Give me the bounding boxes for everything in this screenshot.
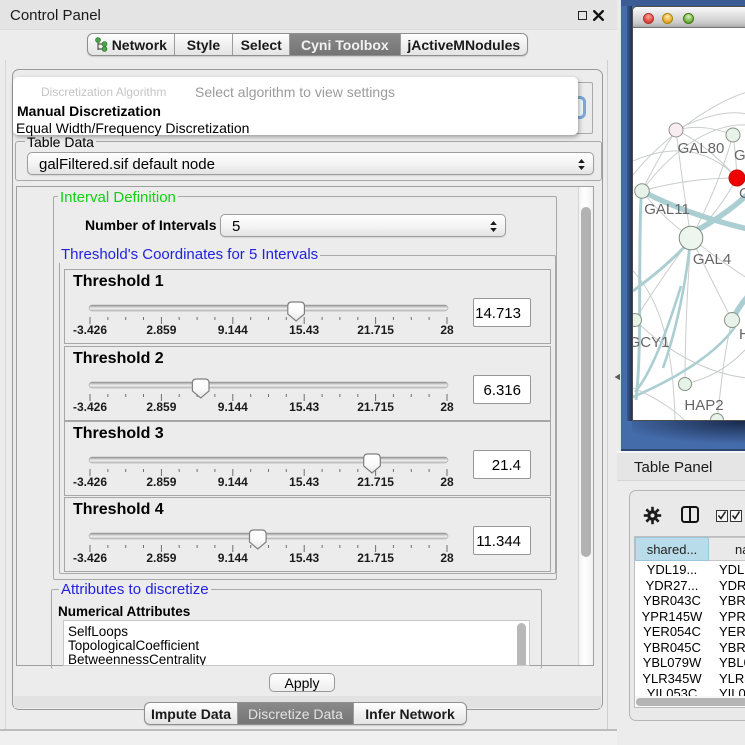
svg-text:9.144: 9.144 xyxy=(218,475,248,489)
svg-text:28: 28 xyxy=(440,323,454,337)
svg-text:GAL11: GAL11 xyxy=(644,201,690,218)
svg-text:-3.426: -3.426 xyxy=(73,323,107,337)
svg-text:21.715: 21.715 xyxy=(357,475,394,489)
svg-text:2.859: 2.859 xyxy=(146,551,176,565)
svg-text:GAL4: GAL4 xyxy=(693,251,731,268)
svg-text:GA: GA xyxy=(734,147,745,164)
svg-text:21.715: 21.715 xyxy=(357,323,394,337)
svg-text:28: 28 xyxy=(440,400,454,414)
svg-text:28: 28 xyxy=(440,475,454,489)
svg-text:2.859: 2.859 xyxy=(146,400,176,414)
svg-text:HAP2: HAP2 xyxy=(684,397,723,414)
svg-text:H: H xyxy=(739,326,745,343)
svg-text:9.144: 9.144 xyxy=(218,400,248,414)
svg-text:15.43: 15.43 xyxy=(289,323,319,337)
svg-text:-3.426: -3.426 xyxy=(73,551,107,565)
svg-text:GAL80: GAL80 xyxy=(678,140,725,157)
svg-text:-3.426: -3.426 xyxy=(73,475,107,489)
svg-text:2.859: 2.859 xyxy=(146,323,176,337)
svg-text:15.43: 15.43 xyxy=(289,475,319,489)
svg-text:C: C xyxy=(739,185,745,202)
svg-text:9.144: 9.144 xyxy=(218,323,248,337)
svg-text:-3.426: -3.426 xyxy=(73,400,107,414)
svg-text:9.144: 9.144 xyxy=(218,551,248,565)
svg-text:28: 28 xyxy=(440,551,454,565)
svg-text:21.715: 21.715 xyxy=(357,400,394,414)
svg-text:15.43: 15.43 xyxy=(289,400,319,414)
svg-text:GCY1: GCY1 xyxy=(633,334,669,351)
svg-text:2.859: 2.859 xyxy=(146,475,176,489)
svg-text:15.43: 15.43 xyxy=(289,551,319,565)
svg-text:21.715: 21.715 xyxy=(357,551,394,565)
